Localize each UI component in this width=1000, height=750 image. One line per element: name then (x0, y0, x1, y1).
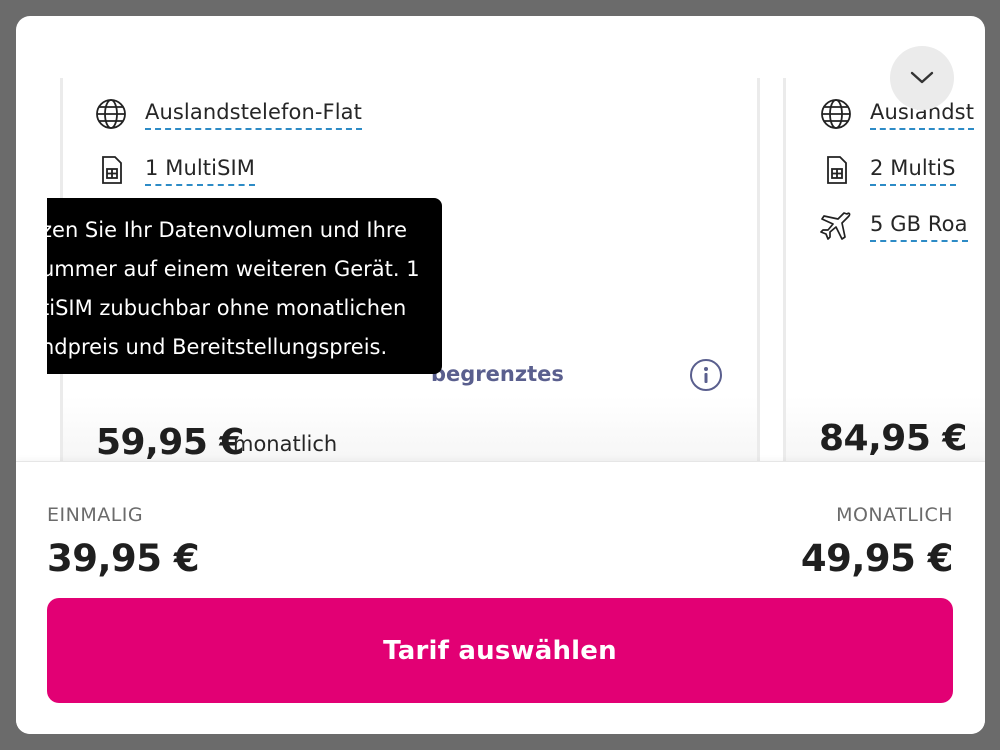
feature-label: Auslandstelefon-Flat (145, 99, 362, 130)
plan-price: 84,95 € (819, 418, 967, 459)
one-time-label: EINMALIG (47, 504, 144, 526)
select-tariff-button[interactable]: Tarif auswählen (47, 598, 953, 703)
feature-label: 5 GB Roa (870, 211, 968, 242)
tariff-modal: Auslandstelefon-Flat 1 MultiSIM begrenzt… (16, 16, 985, 734)
plan-card: Auslandst 2 MultiS 5 GB Roa 84,95 € (783, 78, 985, 468)
one-time-price: 39,95 € (47, 537, 200, 580)
tooltip-line: ndpreis und Bereitstellungspreis. (47, 335, 388, 359)
data-volume-text: begrenztes (431, 362, 564, 386)
monthly-label: MONATLICH (836, 504, 953, 526)
feature-item[interactable]: 5 GB Roa (820, 210, 968, 242)
feature-item[interactable]: 1 MultiSIM (95, 154, 256, 186)
feature-label: 1 MultiSIM (145, 155, 256, 186)
tooltip-line: zen Sie Ihr Datenvolumen und Ihre (47, 218, 408, 242)
tooltip-line: tiSIM zubuchbar ohne monatlichen (47, 296, 407, 320)
feature-label: 2 MultiS (870, 155, 956, 186)
globe-icon (820, 98, 852, 130)
feature-item[interactable]: 2 MultiS (820, 154, 956, 186)
collapse-button[interactable] (890, 46, 954, 110)
airplane-icon (820, 210, 852, 242)
info-icon (704, 367, 708, 383)
sim-card-icon (95, 154, 127, 186)
globe-icon (95, 98, 127, 130)
plan-price: 59,95 € (96, 422, 244, 463)
price-summary-footer: EINMALIG 39,95 € MONATLICH 49,95 € Tarif… (16, 461, 985, 734)
multisim-tooltip: zen Sie Ihr Datenvolumen und Ihre ummer … (47, 198, 442, 374)
info-button[interactable] (690, 359, 722, 391)
sim-card-icon (820, 154, 852, 186)
feature-item[interactable]: Auslandstelefon-Flat (95, 98, 362, 130)
monthly-price: 49,95 € (800, 537, 954, 580)
feature-item[interactable]: Auslandst (820, 98, 975, 130)
price-period: monatlich (233, 432, 338, 456)
chevron-down-icon (910, 71, 934, 84)
tooltip-line: ummer auf einem weiteren Gerät. 1 (47, 257, 420, 281)
